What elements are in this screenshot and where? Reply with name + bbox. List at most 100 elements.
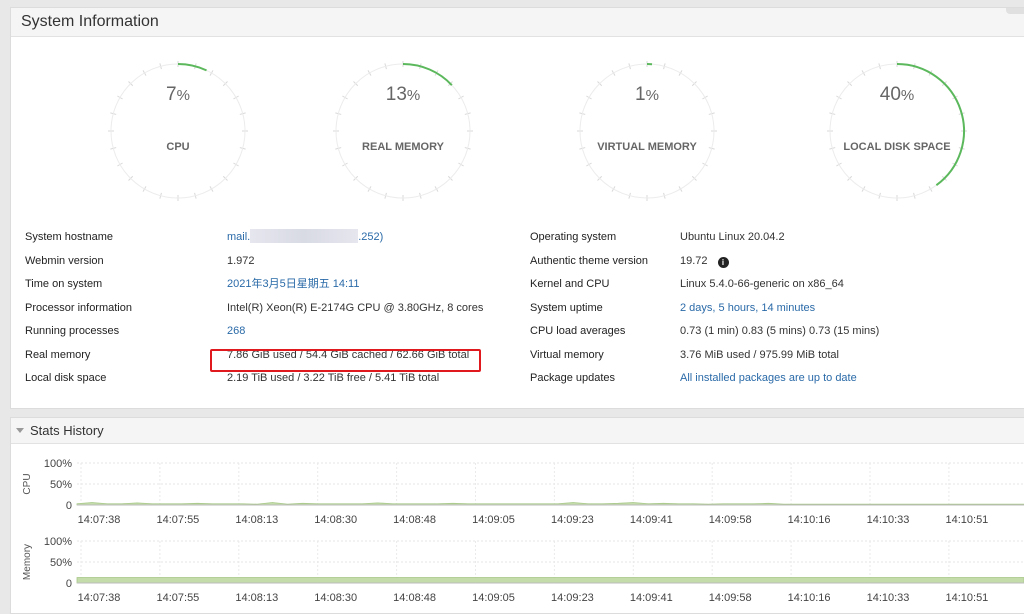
x-tick-label: 14:09:41: [630, 514, 673, 526]
real-memory-highlight-box: [210, 349, 481, 372]
uptime-link[interactable]: 2 days, 5 hours, 14 minutes: [680, 300, 815, 316]
panel-title: System Information: [21, 13, 159, 30]
y-tick-label: 0: [66, 500, 72, 512]
info-row-os: Operating system Ubuntu Linux 20.04.2: [530, 229, 1010, 253]
info-row-vmem: Virtual memory 3.76 MiB used / 975.99 Mi…: [530, 347, 1010, 371]
x-tick-label: 14:09:05: [472, 514, 515, 526]
hostname-link[interactable]: mail. .252): [227, 229, 383, 245]
info-table-right: Operating system Ubuntu Linux 20.04.2 Au…: [530, 229, 1010, 394]
x-tick-label: 14:09:23: [551, 592, 594, 604]
info-label: Package updates: [530, 372, 616, 384]
info-row-kernel: Kernel and CPU Linux 5.4.0-66-generic on…: [530, 276, 1010, 300]
x-tick-label: 14:08:30: [314, 592, 357, 604]
virtual-memory-gauge-dial: [577, 61, 717, 201]
info-row-processes: Running processes 268: [25, 323, 505, 347]
info-label: CPU load averages: [530, 325, 626, 337]
y-axis-label: CPU: [22, 473, 33, 494]
stats-history-header[interactable]: Stats History: [11, 418, 1024, 444]
info-row-processor: Processor information Intel(R) Xeon(R) E…: [25, 300, 505, 324]
info-row-updates: Package updates All installed packages a…: [530, 370, 1010, 394]
x-tick-label: 14:08:30: [314, 514, 357, 526]
x-tick-label: 14:09:58: [709, 592, 752, 604]
x-tick-label: 14:09:23: [551, 514, 594, 526]
x-tick-label: 14:07:38: [78, 514, 121, 526]
x-tick-label: 14:08:48: [393, 514, 436, 526]
memory-history-chart: Memory 100% 50% 0 14:07:38 14:07:55 14:08:13 14…: [22, 536, 1024, 604]
x-tick-label: 14:10:51: [945, 514, 988, 526]
gauge-fill-arc: [402, 63, 453, 86]
x-tick-label: 14:10:16: [788, 514, 831, 526]
y-tick-label: 50%: [50, 557, 72, 569]
real-memory-gauge-label: REAL MEMORY: [362, 141, 444, 153]
cpu-history-chart: CPU 100% 50% 0 14:07:38 14:07:55 14:08:13 14:08…: [22, 458, 1024, 526]
os-value: Ubuntu Linux 20.04.2: [680, 231, 785, 243]
info-row-theme: Authentic theme version 19.72 i: [530, 253, 1010, 277]
x-tick-label: 14:09:58: [709, 514, 752, 526]
x-tick-label: 14:10:33: [867, 592, 910, 604]
info-label: Kernel and CPU: [530, 278, 610, 290]
gauge-fill-arc: [177, 63, 207, 72]
info-row-hostname: System hostname mail. .252): [25, 229, 505, 253]
time-on-system-link[interactable]: 2021年3月5日星期五 14:11: [227, 276, 359, 292]
real-memory-gauge: 13% REAL MEMORY: [328, 56, 478, 206]
real-memory-gauge-dial: [333, 61, 473, 201]
local-disk-space-gauge-dial: [827, 61, 967, 201]
info-label: System hostname: [25, 231, 114, 243]
processor-value: Intel(R) Xeon(R) E-2174G CPU @ 3.80GHz, …: [227, 301, 484, 314]
caret-down-icon[interactable]: [16, 428, 24, 433]
info-row-uptime: System uptime 2 days, 5 hours, 14 minute…: [530, 300, 1010, 324]
stats-history-title: Stats History: [30, 423, 104, 438]
x-tick-label: 14:10:51: [945, 592, 988, 604]
x-tick-label: 14:08:13: [235, 514, 278, 526]
x-tick-label: 14:08:13: [235, 592, 278, 604]
y-tick-label: 0: [66, 578, 72, 590]
virtual-memory-gauge-value: 1%: [635, 84, 659, 105]
info-row-time: Time on system 2021年3月5日星期五 14:11: [25, 276, 505, 300]
info-row-webmin: Webmin version 1.972: [25, 253, 505, 277]
theme-version-value: 19.72 i: [680, 253, 729, 269]
header-corner-tab[interactable]: [1006, 8, 1024, 14]
package-updates-link[interactable]: All installed packages are up to date: [680, 370, 857, 386]
y-tick-label: 50%: [50, 479, 72, 491]
series-area: [76, 577, 1024, 584]
virtual-memory-gauge-label: VIRTUAL MEMORY: [597, 141, 697, 153]
webmin-version-value: 1.972: [227, 254, 255, 267]
y-axis-label: Memory: [22, 544, 33, 580]
cpu-gauge-dial: [108, 61, 248, 201]
local-disk-space-gauge: 40% LOCAL DISK SPACE: [822, 56, 972, 206]
local-disk-space-gauge-label: LOCAL DISK SPACE: [843, 141, 951, 153]
info-label: Processor information: [25, 301, 132, 314]
x-tick-label: 14:07:55: [156, 514, 199, 526]
y-tick-label: 100%: [44, 536, 72, 548]
x-tick-label: 14:07:55: [156, 592, 199, 604]
x-tick-label: 14:09:41: [630, 592, 673, 604]
x-tick-label: 14:10:16: [788, 592, 831, 604]
redacted-block: [250, 229, 359, 243]
running-processes-link[interactable]: 268: [227, 323, 245, 339]
info-label: Time on system: [25, 278, 103, 290]
x-tick-label: 14:07:38: [78, 592, 121, 604]
load-averages-value: 0.73 (1 min) 0.83 (5 mins) 0.73 (15 mins…: [680, 325, 880, 337]
info-label: Webmin version: [25, 254, 104, 267]
x-tick-label: 14:10:33: [867, 514, 910, 526]
gauge-fill-arc: [896, 63, 965, 187]
info-label: Operating system: [530, 231, 617, 243]
info-label: System uptime: [530, 301, 603, 314]
cpu-gauge-label: CPU: [166, 141, 190, 153]
virtual-memory-value: 3.76 MiB used / 975.99 MiB total: [680, 348, 839, 361]
real-memory-gauge-value: 13%: [385, 84, 421, 105]
info-label: Local disk space: [25, 372, 107, 384]
info-label: Real memory: [25, 348, 91, 361]
y-tick-label: 100%: [44, 458, 72, 470]
cpu-gauge: 7% CPU: [103, 56, 253, 206]
cpu-gauge-value: 7%: [166, 84, 190, 105]
info-icon[interactable]: i: [717, 256, 729, 268]
info-row-load: CPU load averages 0.73 (1 min) 0.83 (5 m…: [530, 323, 1010, 347]
local-disk-value: 2.19 TiB used / 3.22 TiB free / 5.41 TiB…: [227, 372, 440, 384]
local-disk-space-gauge-value: 40%: [879, 84, 915, 105]
info-label: Running processes: [25, 325, 120, 337]
kernel-value: Linux 5.4.0-66-generic on x86_64: [680, 278, 844, 290]
info-row-disk: Local disk space 2.19 TiB used / 3.22 Ti…: [25, 370, 505, 394]
panel-header: System Information: [11, 8, 1024, 37]
info-label: Authentic theme version: [530, 254, 649, 267]
